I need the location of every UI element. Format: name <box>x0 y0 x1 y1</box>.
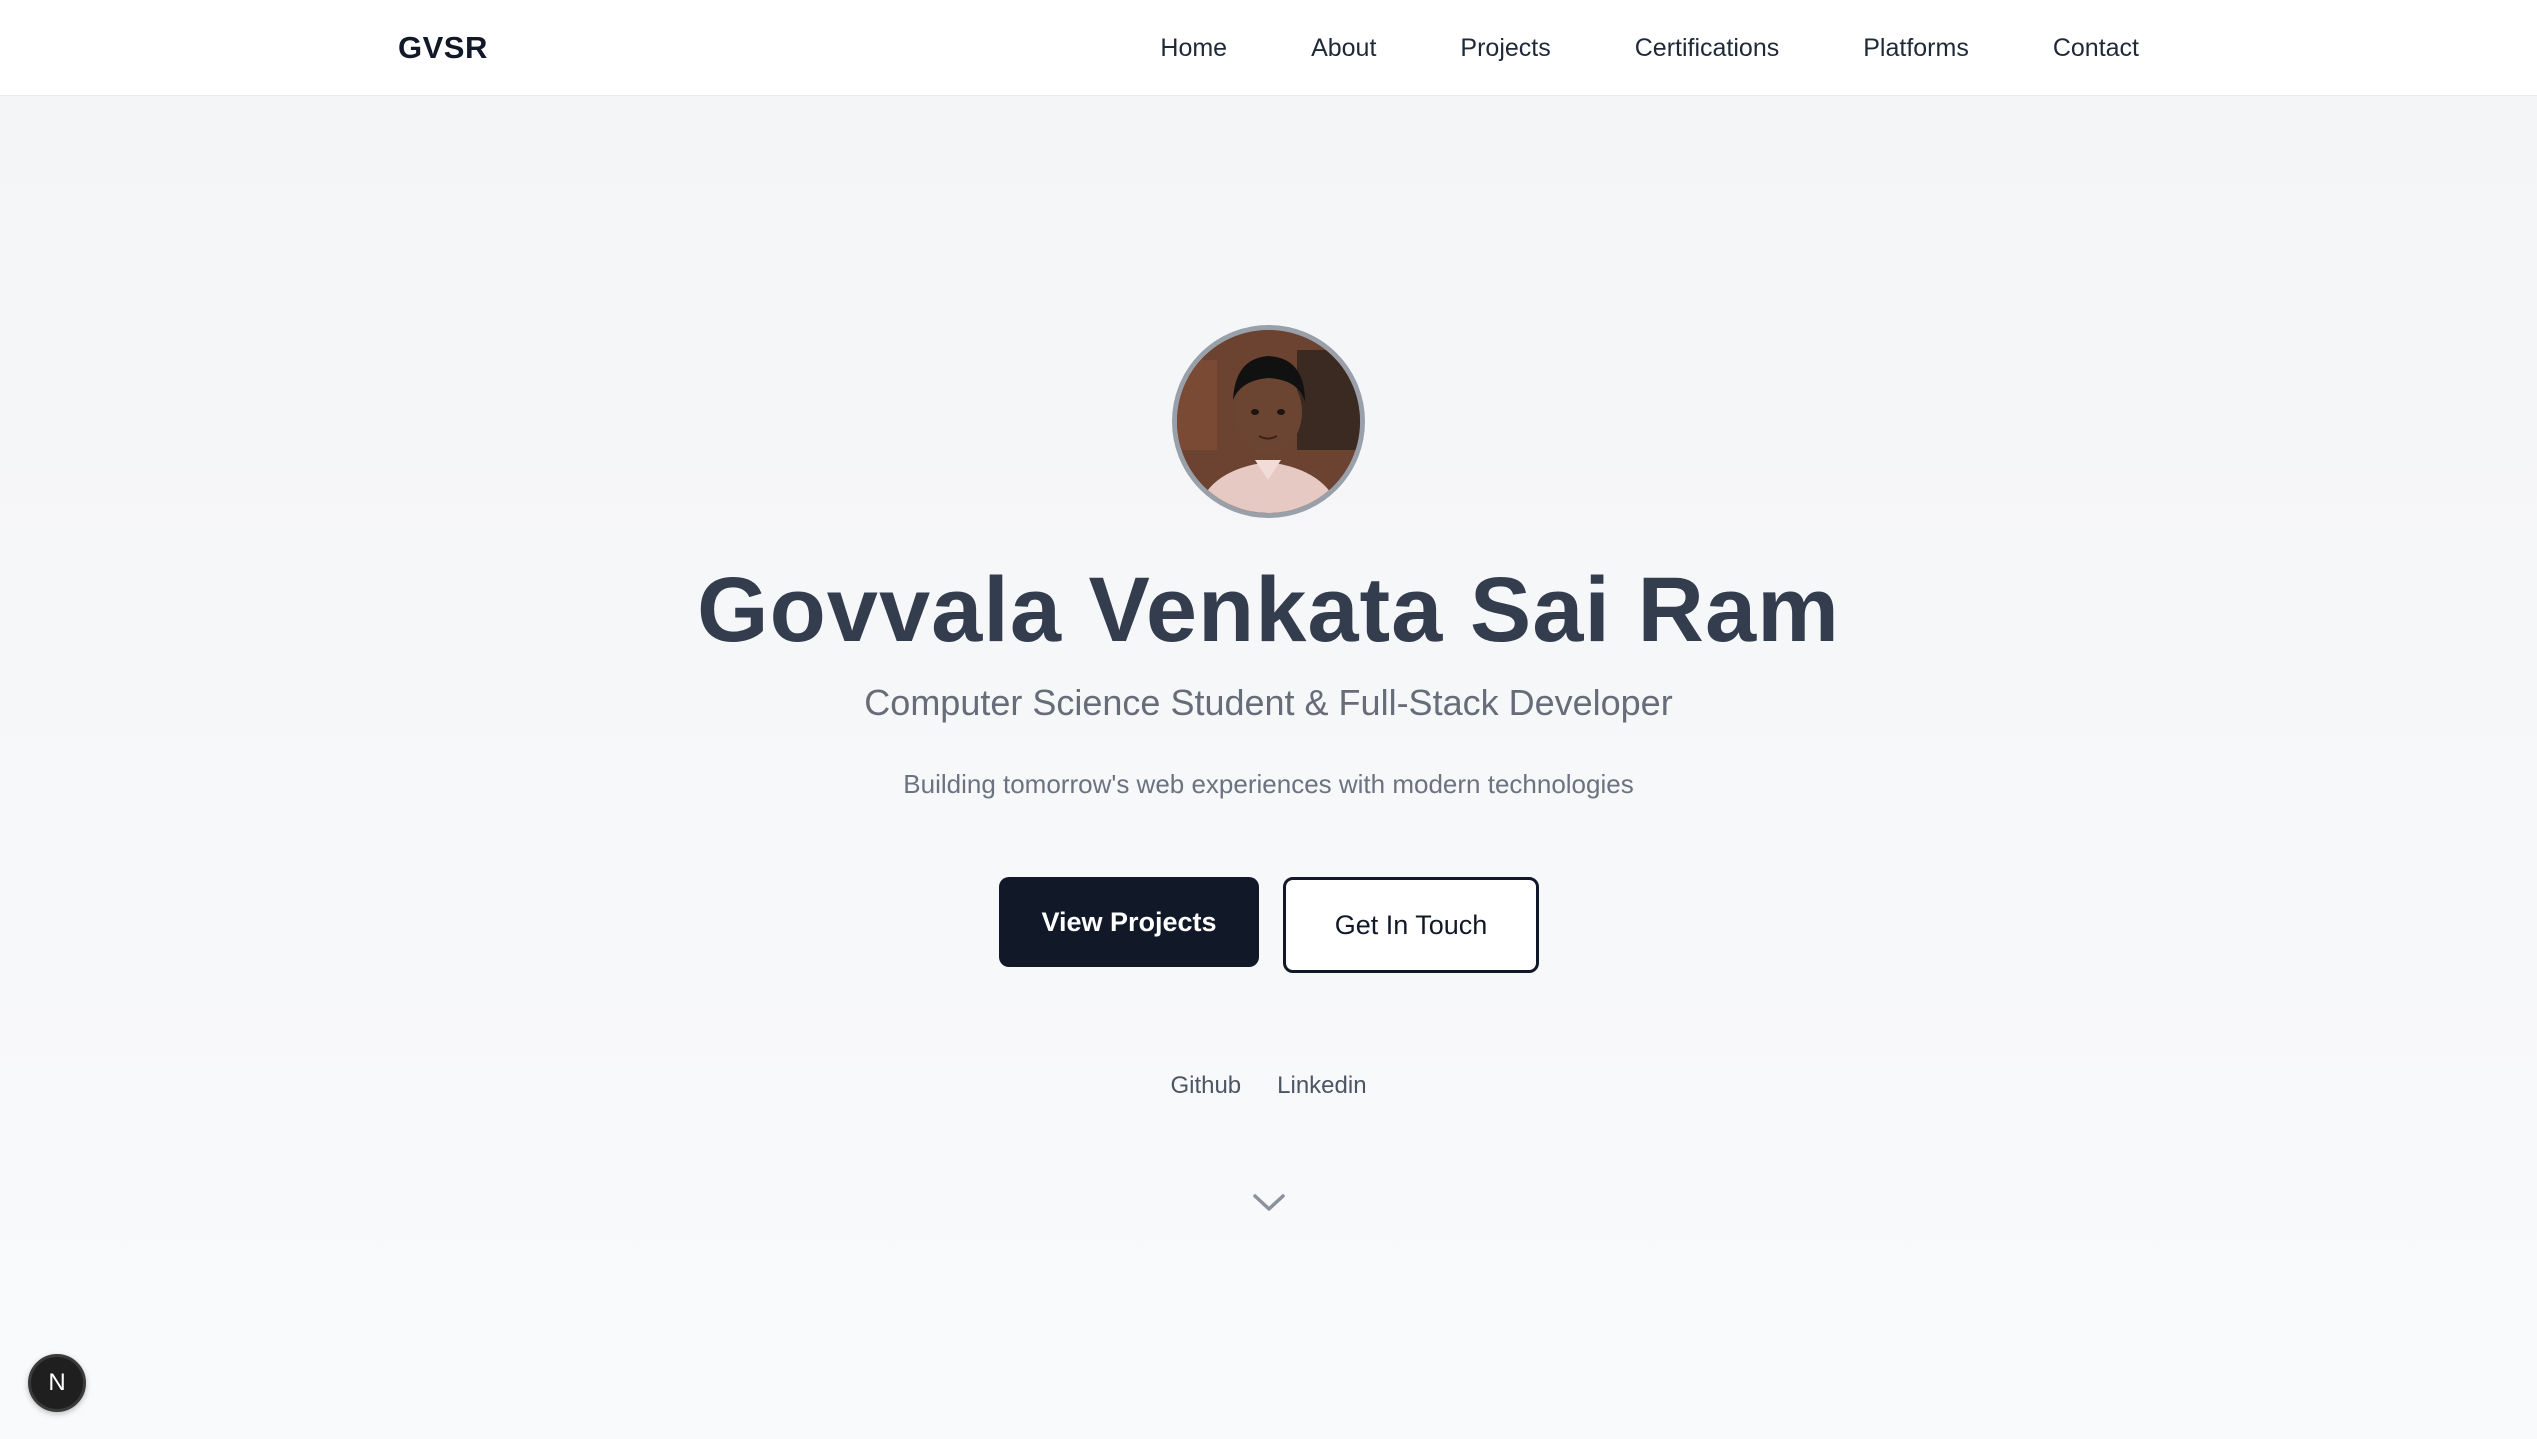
nav-links: Home About Projects Certifications Platf… <box>1160 0 2139 96</box>
hero-tagline: Building tomorrow's web experiences with… <box>903 769 1634 799</box>
nextjs-icon[interactable]: N <box>28 1354 86 1412</box>
nav-link-home[interactable]: Home <box>1160 34 1227 63</box>
view-projects-button[interactable]: View Projects <box>999 877 1259 967</box>
avatar <box>1172 325 1365 518</box>
hero-section: Govvala Venkata Sai Ram Computer Science… <box>0 96 2537 1439</box>
chevron-down-icon[interactable] <box>1252 1192 1286 1214</box>
nav-link-projects[interactable]: Projects <box>1460 34 1550 63</box>
github-link[interactable]: Github <box>1170 1072 1241 1100</box>
social-links: Github Linkedin <box>0 1072 2537 1100</box>
linkedin-link[interactable]: Linkedin <box>1277 1072 1366 1100</box>
profile-photo <box>1177 330 1360 513</box>
nav-link-platforms[interactable]: Platforms <box>1863 34 1969 63</box>
get-in-touch-button[interactable]: Get In Touch <box>1283 877 1539 973</box>
nav-link-certifications[interactable]: Certifications <box>1635 34 1780 63</box>
nav-link-about[interactable]: About <box>1311 34 1376 63</box>
hero-subtitle: Computer Science Student & Full-Stack De… <box>864 682 1673 723</box>
navbar: GVSR Home About Projects Certifications … <box>0 0 2537 96</box>
brand-logo[interactable]: GVSR <box>398 30 488 66</box>
nav-link-contact[interactable]: Contact <box>2053 34 2139 63</box>
hero-name: Govvala Venkata Sai Ram <box>697 559 1840 661</box>
